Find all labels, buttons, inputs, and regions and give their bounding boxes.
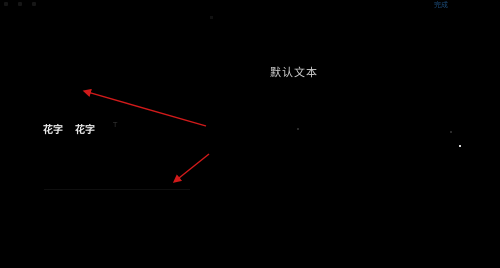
- annotation-arrow-upper: [82, 88, 207, 127]
- top-mark: [210, 16, 213, 19]
- flower-text-layer-1[interactable]: 花字: [43, 121, 63, 136]
- cursor-dot: [459, 145, 461, 147]
- editor-canvas[interactable]: 完成 默认文本 花字 花字 T: [0, 0, 500, 268]
- confirm-button[interactable]: 完成: [430, 1, 452, 11]
- text-glyph-icon: T: [113, 121, 118, 129]
- faint-dot: [297, 128, 299, 130]
- default-text-layer[interactable]: 默认文本: [270, 64, 318, 80]
- flower-text-layer-2[interactable]: 花字: [75, 121, 95, 136]
- divider-line: [44, 189, 190, 190]
- annotation-arrow-lower: [172, 153, 210, 183]
- menu-icon[interactable]: [4, 2, 8, 6]
- dot-icon[interactable]: [32, 2, 36, 6]
- top-icon-bar: [4, 2, 36, 6]
- grid-icon[interactable]: [18, 2, 22, 6]
- faint-dot: [450, 131, 452, 133]
